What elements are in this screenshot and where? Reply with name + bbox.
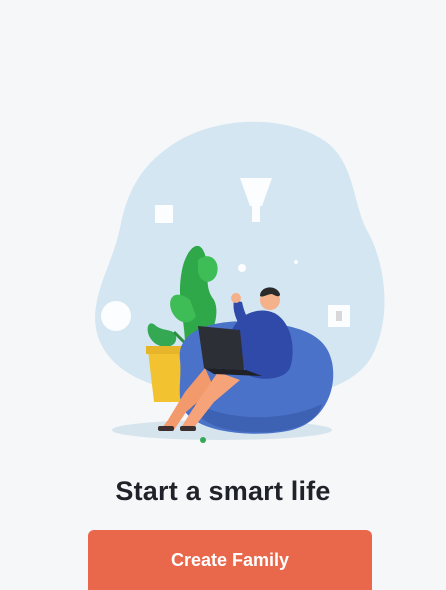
frame-icon: [155, 205, 173, 223]
create-family-button[interactable]: Create Family: [88, 530, 372, 590]
clock-icon: [101, 301, 131, 331]
pager-dot-active: [200, 437, 206, 443]
onboarding-illustration: [95, 121, 385, 440]
small-dot: [294, 260, 298, 264]
small-dot: [238, 264, 246, 272]
onboarding-screen: Start a smart life Create Family: [0, 0, 446, 590]
switch-icon: [328, 305, 350, 327]
onboarding-headline: Start a smart life: [115, 476, 331, 506]
